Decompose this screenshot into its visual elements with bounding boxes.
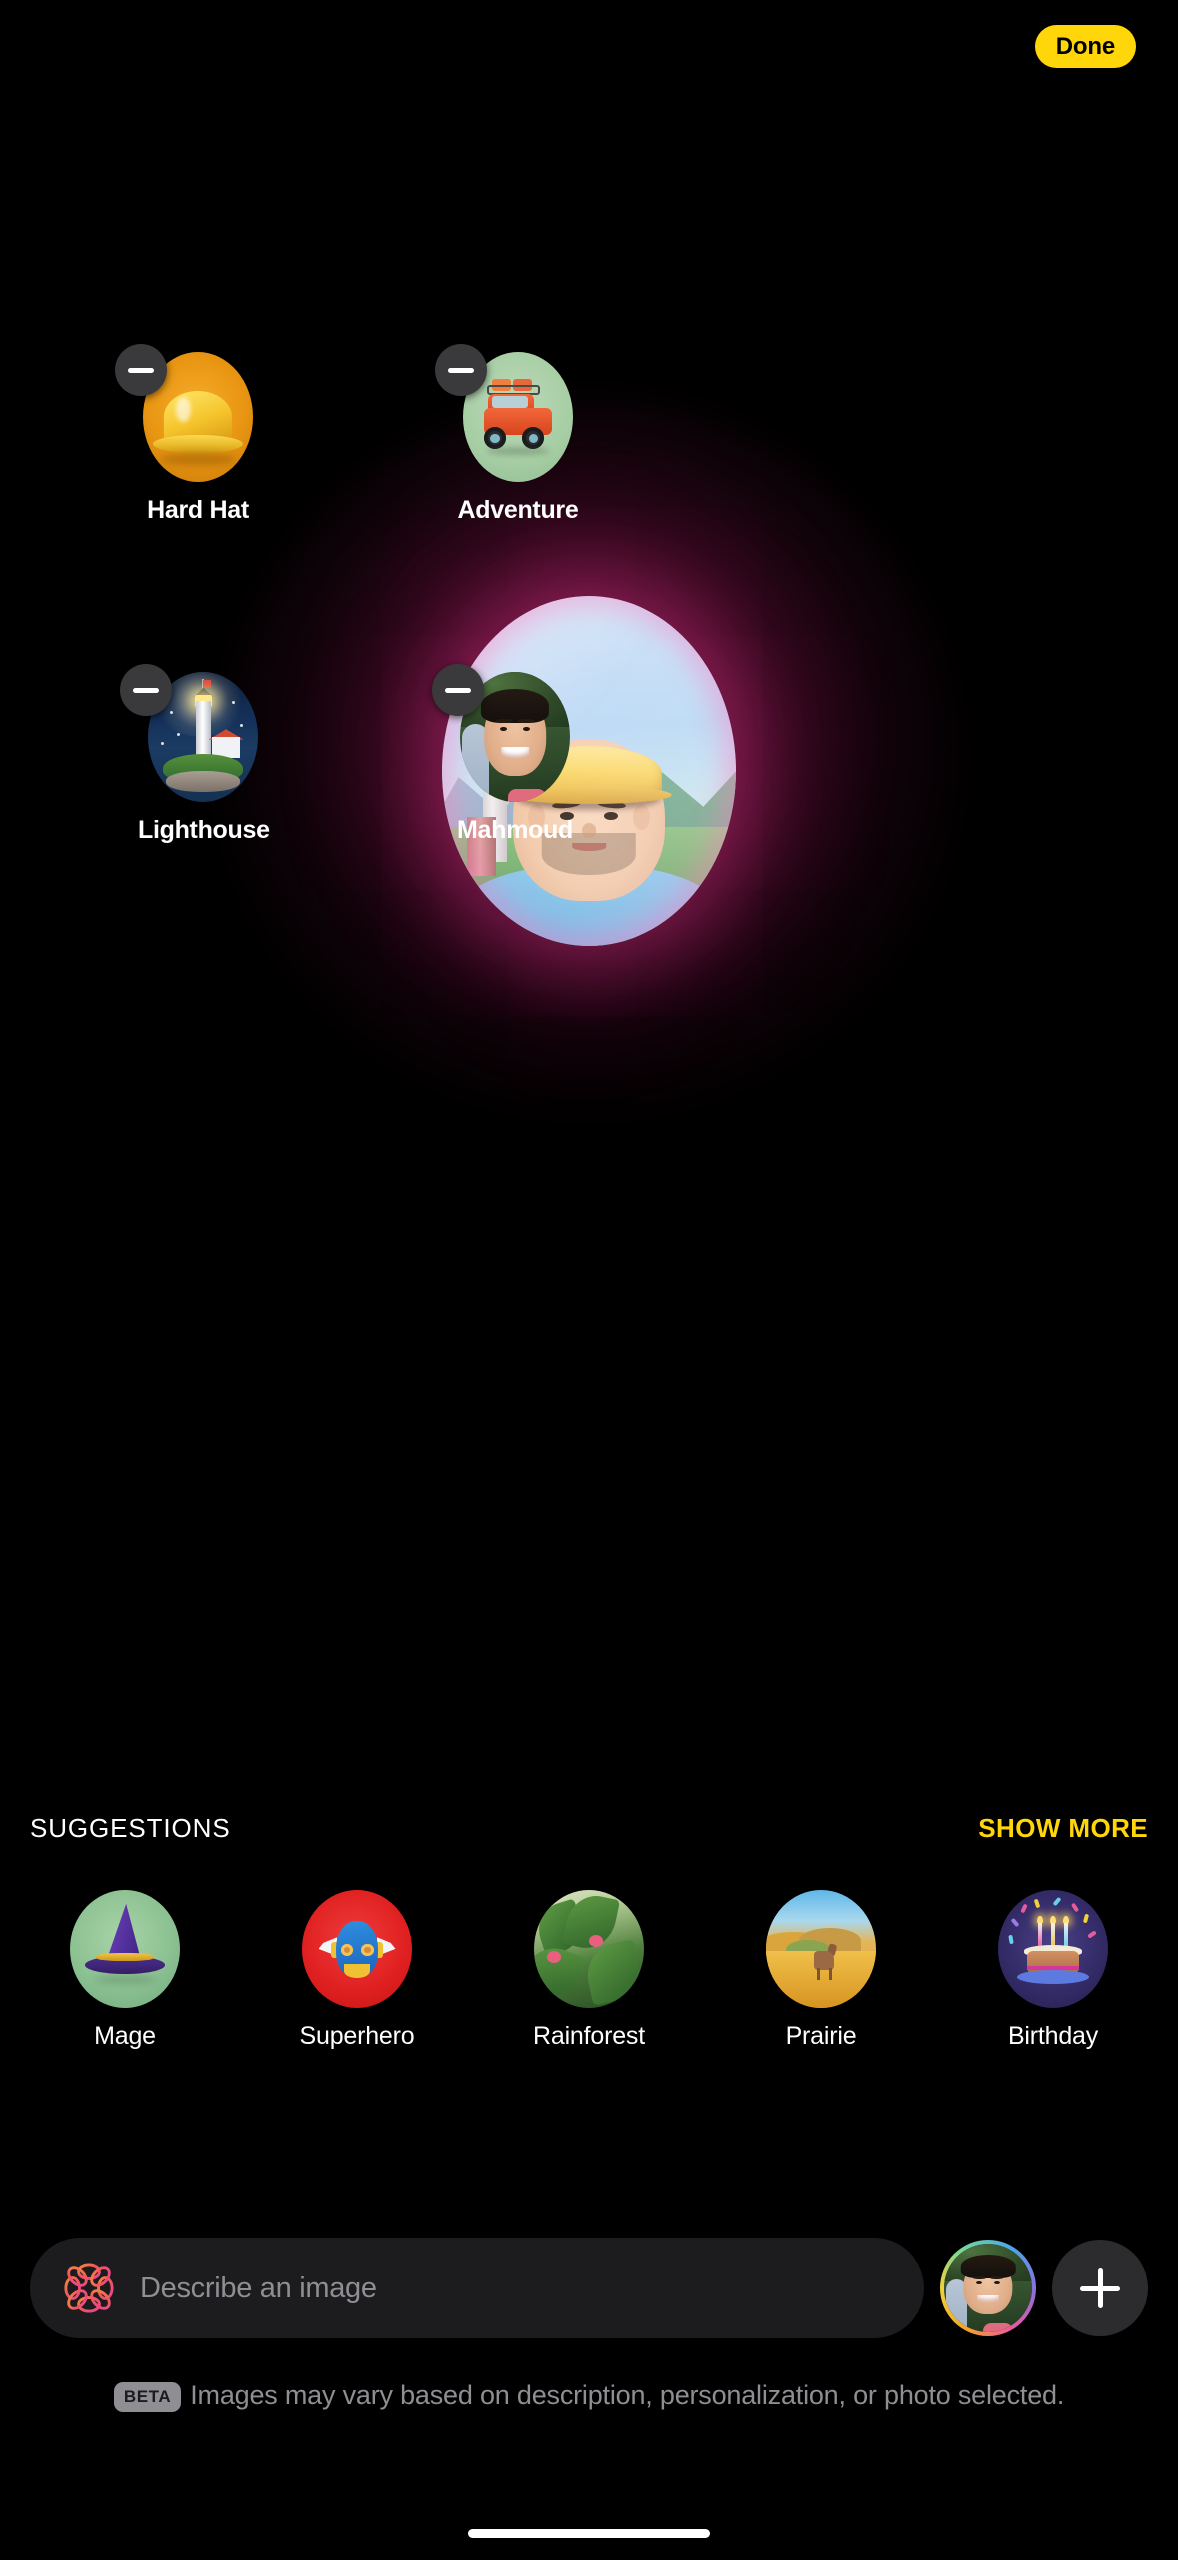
image-nose (582, 823, 596, 838)
concept-label-mahmoud: Mahmoud (457, 816, 573, 844)
suggestion-label-prairie: Prairie (785, 2022, 857, 2050)
suggestion-rainforest[interactable]: Rainforest (494, 1890, 684, 2051)
suggestion-label-rainforest: Rainforest (533, 2022, 645, 2050)
superhero-mask-icon[interactable] (302, 1890, 412, 2008)
concept-label-adventure: Adventure (457, 496, 579, 524)
concept-label-hard-hat: Hard Hat (147, 496, 249, 524)
minus-icon (128, 367, 154, 373)
show-more-button[interactable]: SHOW MORE (978, 1813, 1148, 1844)
image-canvas: Hard Hat Adventure Lighthouse Mahmoud (0, 330, 1178, 1140)
suggestion-label-mage: Mage (94, 2022, 156, 2050)
done-button[interactable]: Done (1034, 25, 1136, 68)
home-indicator[interactable] (468, 2529, 710, 2538)
plus-icon-vertical (1097, 2268, 1103, 2308)
concept-chip-lighthouse[interactable]: Lighthouse (120, 664, 270, 845)
mage-hat-icon[interactable] (70, 1890, 180, 2008)
image-playground-icon (64, 2263, 114, 2313)
concept-chip-hard-hat[interactable]: Hard Hat (115, 344, 263, 525)
image-playground-screen: Done Hard Hat Adventure Lighthouse Mahmo… (0, 0, 1178, 2560)
suggestions-row: Mage Superhero Rainforest Prairie Birthd… (0, 1890, 1178, 2070)
rainforest-icon[interactable] (534, 1890, 644, 2008)
concept-chip-mahmoud[interactable]: Mahmoud (432, 664, 580, 845)
suggestions-header: SUGGESTIONS SHOW MORE (0, 1808, 1178, 1848)
minus-icon (445, 687, 471, 693)
suggestion-mage[interactable]: Mage (30, 1890, 220, 2051)
concept-chip-adventure[interactable]: Adventure (435, 344, 583, 525)
prairie-icon[interactable] (766, 1890, 876, 2008)
birthday-cake-icon[interactable] (998, 1890, 1108, 2008)
suggestion-prairie[interactable]: Prairie (726, 1890, 916, 2051)
suggestion-label-birthday: Birthday (1007, 2022, 1099, 2050)
describe-image-input[interactable]: Describe an image (30, 2238, 924, 2338)
add-concept-button[interactable] (1052, 2240, 1148, 2336)
remove-concept-adventure-button[interactable] (435, 344, 487, 396)
concept-label-lighthouse: Lighthouse (138, 816, 270, 844)
suggestion-superhero[interactable]: Superhero (262, 1890, 452, 2051)
describe-image-placeholder: Describe an image (140, 2271, 377, 2304)
remove-concept-lighthouse-button[interactable] (120, 664, 172, 716)
selected-person-avatar-button[interactable] (940, 2240, 1036, 2336)
disclaimer-text: Images may vary based on description, pe… (190, 2380, 1065, 2410)
remove-concept-hard-hat-button[interactable] (115, 344, 167, 396)
suggestion-birthday[interactable]: Birthday (958, 1890, 1148, 2051)
minus-icon (133, 687, 159, 693)
suggestions-title: SUGGESTIONS (30, 1812, 231, 1843)
beta-badge: BETA (113, 2382, 182, 2413)
top-bar: Done (0, 0, 1178, 100)
disclaimer: BETA Images may vary based on description… (0, 2376, 1178, 2414)
remove-concept-mahmoud-button[interactable] (432, 664, 484, 716)
avatar (944, 2244, 1032, 2332)
suggestion-label-superhero: Superhero (299, 2022, 415, 2050)
image-eye-right (604, 811, 618, 820)
minus-icon (448, 367, 474, 373)
composer-bar: Describe an image (0, 2230, 1178, 2346)
avatar-photo (944, 2244, 1032, 2332)
